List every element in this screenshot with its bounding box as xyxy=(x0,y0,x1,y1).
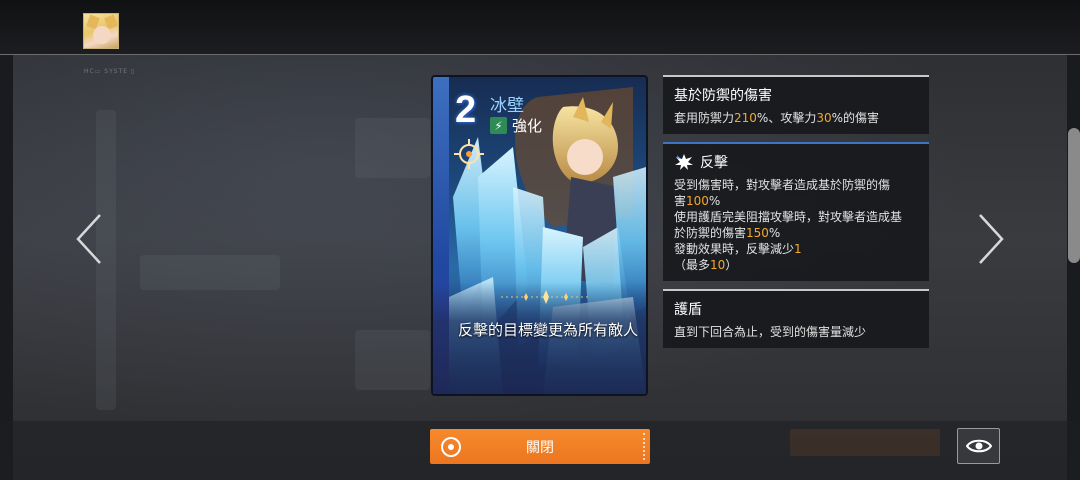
skill-card: 2 冰壁 ⚡ 強化 反擊的目標變更為所有敵人 xyxy=(431,75,648,396)
info-title: 基於防禦的傷害 xyxy=(674,88,772,104)
info-text: % xyxy=(768,226,781,240)
background-panel xyxy=(355,118,430,178)
next-arrow-button[interactable] xyxy=(974,213,1006,265)
lightning-icon: ⚡ xyxy=(490,117,507,134)
info-text: 害 xyxy=(674,194,687,208)
background-button xyxy=(790,429,940,456)
chevron-right-icon xyxy=(979,214,1004,264)
info-text: 直到下回合為止，受到的傷害量減少 xyxy=(674,325,867,339)
info-line: 受到傷害時，對攻擊者造成基於防禦的傷 xyxy=(674,177,919,193)
card-name: 冰壁 xyxy=(490,96,524,116)
top-bar xyxy=(0,0,1080,55)
info-shield: 護盾 直到下回合為止，受到的傷害量減少 xyxy=(663,289,929,348)
info-body: 受到傷害時，對攻擊者造成基於防禦的傷 害100% 使用護盾完美阻擋攻擊時，對攻擊者造… xyxy=(674,177,919,273)
info-line: （最多10） xyxy=(674,257,919,273)
counter-burst-icon xyxy=(675,154,693,170)
info-text: （最多 xyxy=(674,258,711,272)
info-line: 於防禦的傷害150% xyxy=(674,225,919,241)
side-scroll-handle[interactable] xyxy=(1068,128,1080,263)
info-number: 10 xyxy=(710,258,726,272)
info-number: 30 xyxy=(816,111,832,125)
info-line: 直到下回合為止，受到的傷害量減少 xyxy=(674,324,919,340)
info-number: 150 xyxy=(746,226,769,240)
info-line: 套用防禦力210%、攻擊力30%的傷害 xyxy=(674,110,919,126)
sparkle-divider-icon xyxy=(501,290,591,304)
info-text: 於防禦的傷害 xyxy=(674,226,747,240)
info-text: 受到傷害時，對攻擊者造成基於防禦的傷 xyxy=(674,178,891,192)
info-title: 反擊 xyxy=(700,155,728,171)
info-text: 使用護盾完美阻擋攻擊時，對攻擊者造成基 xyxy=(674,210,903,224)
info-body: 套用防禦力210%、攻擊力30%的傷害 xyxy=(674,110,919,126)
info-number: 210 xyxy=(734,111,757,125)
info-defense-damage: 基於防禦的傷害 套用防禦力210%、攻擊力30%的傷害 xyxy=(663,75,929,134)
card-tag-label: 強化 xyxy=(512,117,543,135)
card-description: 反擊的目標變更為所有敵人 xyxy=(457,321,638,339)
info-text: % xyxy=(708,194,721,208)
close-button[interactable]: 關閉 xyxy=(430,429,650,464)
info-title-row: 反擊 xyxy=(674,152,919,172)
info-counter: 反擊 受到傷害時，對攻擊者造成基於防禦的傷 害100% 使用護盾完美阻擋攻擊時，對攻… xyxy=(663,142,929,281)
card-cost: 2 xyxy=(455,89,477,131)
info-title: 護盾 xyxy=(674,302,702,318)
info-body: 直到下回合為止，受到的傷害量減少 xyxy=(674,324,919,340)
left-edge xyxy=(0,54,13,480)
info-number: 100 xyxy=(686,194,709,208)
target-circle-icon xyxy=(441,437,461,457)
close-button-label: 關閉 xyxy=(526,439,554,456)
button-edge-dots xyxy=(643,433,647,460)
prev-arrow-button[interactable] xyxy=(74,213,106,265)
info-text: 套用防禦力 xyxy=(674,111,735,125)
card-tag: ⚡ 強化 xyxy=(490,115,542,136)
eye-icon xyxy=(965,439,992,453)
background-panel xyxy=(355,330,430,390)
info-text: ） xyxy=(725,258,738,272)
avatar-face xyxy=(93,26,111,44)
view-toggle-button[interactable] xyxy=(957,428,1000,464)
info-line: 發動效果時，反擊減少1 xyxy=(674,241,919,257)
chevron-left-icon xyxy=(76,214,101,264)
info-line: 害100% xyxy=(674,193,919,209)
right-edge xyxy=(1067,54,1080,480)
info-number: 1 xyxy=(794,242,802,256)
info-line: 使用護盾完美阻擋攻擊時，對攻擊者造成基 xyxy=(674,209,919,225)
info-text: %、攻擊力 xyxy=(756,111,817,125)
player-avatar[interactable] xyxy=(83,13,119,49)
info-text: 發動效果時，反擊減少 xyxy=(674,242,795,256)
background-panel xyxy=(140,255,280,290)
info-text: %的傷害 xyxy=(831,111,880,125)
crosshair-icon xyxy=(454,139,484,169)
system-label: HC▭ SYSTE ▯ xyxy=(84,68,136,75)
